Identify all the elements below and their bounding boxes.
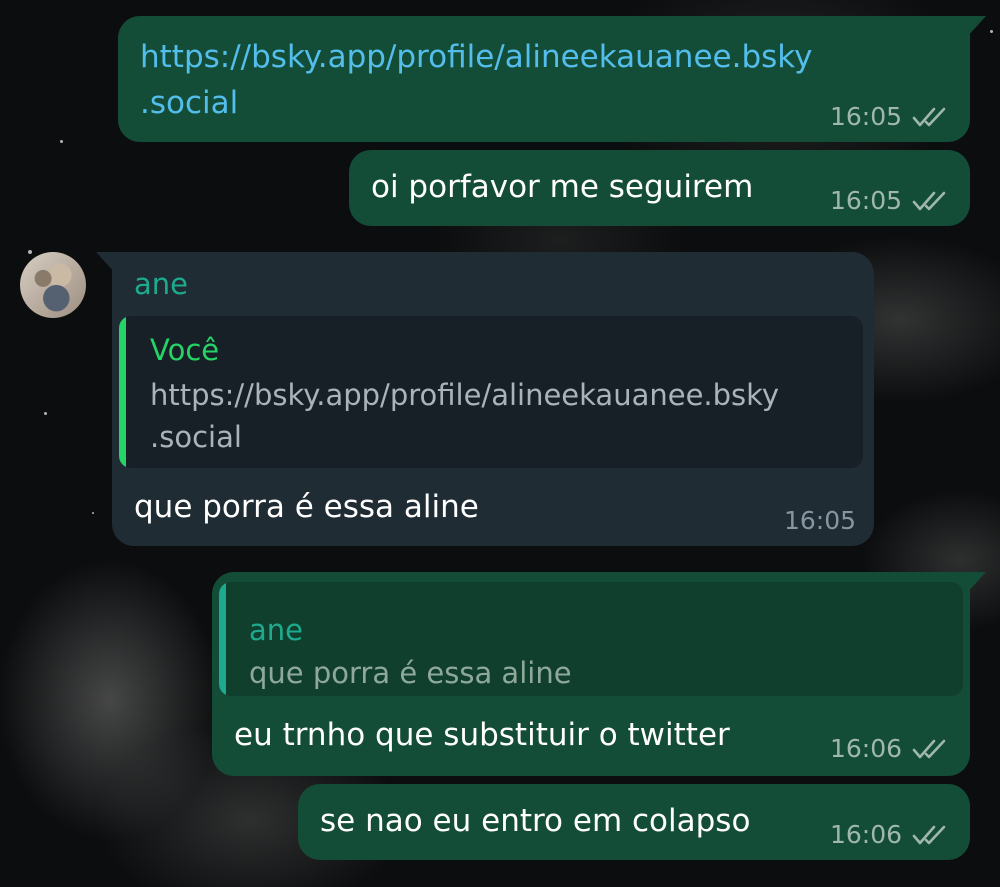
bubble-tail [966, 572, 986, 594]
message-text: se nao eu entro em colapso [320, 803, 751, 839]
double-check-icon [912, 107, 946, 127]
link-line-2[interactable]: .social [140, 80, 812, 126]
quoted-message[interactable]: Você https://bsky.app/profile/alineekaua… [119, 316, 863, 468]
message-text: oi porfavor me seguirem [371, 169, 754, 205]
message-text: que porra é essa aline [134, 489, 479, 525]
quote-line-2: .social [150, 420, 242, 454]
message-meta: 16:05 [830, 186, 950, 216]
message-link[interactable]: https://bsky.app/profile/alineekauanee.b… [140, 34, 812, 126]
double-check-icon [912, 825, 946, 845]
star [44, 412, 47, 415]
link-line-1[interactable]: https://bsky.app/profile/alineekauanee.b… [140, 34, 812, 80]
quote-text: que porra é essa aline [249, 656, 572, 690]
quoted-message[interactable]: ane que porra é essa aline [219, 582, 963, 696]
message-bubble-outgoing[interactable]: oi porfavor me seguirem 16:05 [349, 150, 970, 226]
bubble-tail [966, 16, 986, 38]
quote-line-1: https://bsky.app/profile/alineekauanee.b… [150, 378, 780, 412]
star [990, 30, 993, 33]
star [28, 250, 32, 254]
quote-author: ane [249, 613, 303, 647]
bubble-tail [96, 252, 116, 274]
quote-accent-bar [219, 582, 226, 696]
chat-background: https://bsky.app/profile/alineekauanee.b… [0, 0, 1000, 887]
double-check-icon [912, 191, 946, 211]
message-bubble-outgoing[interactable]: https://bsky.app/profile/alineekauanee.b… [118, 16, 986, 142]
double-check-icon [912, 739, 946, 759]
message-meta: 16:05 [830, 102, 950, 132]
message-time: 16:05 [830, 186, 903, 215]
star [92, 512, 94, 514]
quote-text: https://bsky.app/profile/alineekauanee.b… [150, 374, 779, 458]
message-bubble-outgoing[interactable]: ane que porra é essa aline eu trnho que … [212, 572, 986, 776]
quote-accent-bar [119, 316, 126, 468]
message-bubble-outgoing[interactable]: se nao eu entro em colapso 16:06 [298, 784, 970, 860]
message-meta: 16:06 [830, 734, 950, 764]
message-text: eu trnho que substituir o twitter [234, 717, 730, 753]
contact-avatar[interactable] [20, 252, 86, 318]
message-time: 16:06 [830, 820, 903, 849]
message-time: 16:06 [830, 734, 903, 763]
message-bubble-incoming[interactable]: ane Você https://bsky.app/profile/alinee… [96, 252, 874, 546]
message-meta: 16:05 [784, 506, 856, 536]
message-time: 16:05 [784, 506, 857, 535]
star [60, 140, 63, 143]
sender-name[interactable]: ane [134, 266, 188, 302]
quote-author: Você [150, 333, 220, 367]
message-meta: 16:06 [830, 820, 950, 850]
message-time: 16:05 [830, 102, 903, 131]
